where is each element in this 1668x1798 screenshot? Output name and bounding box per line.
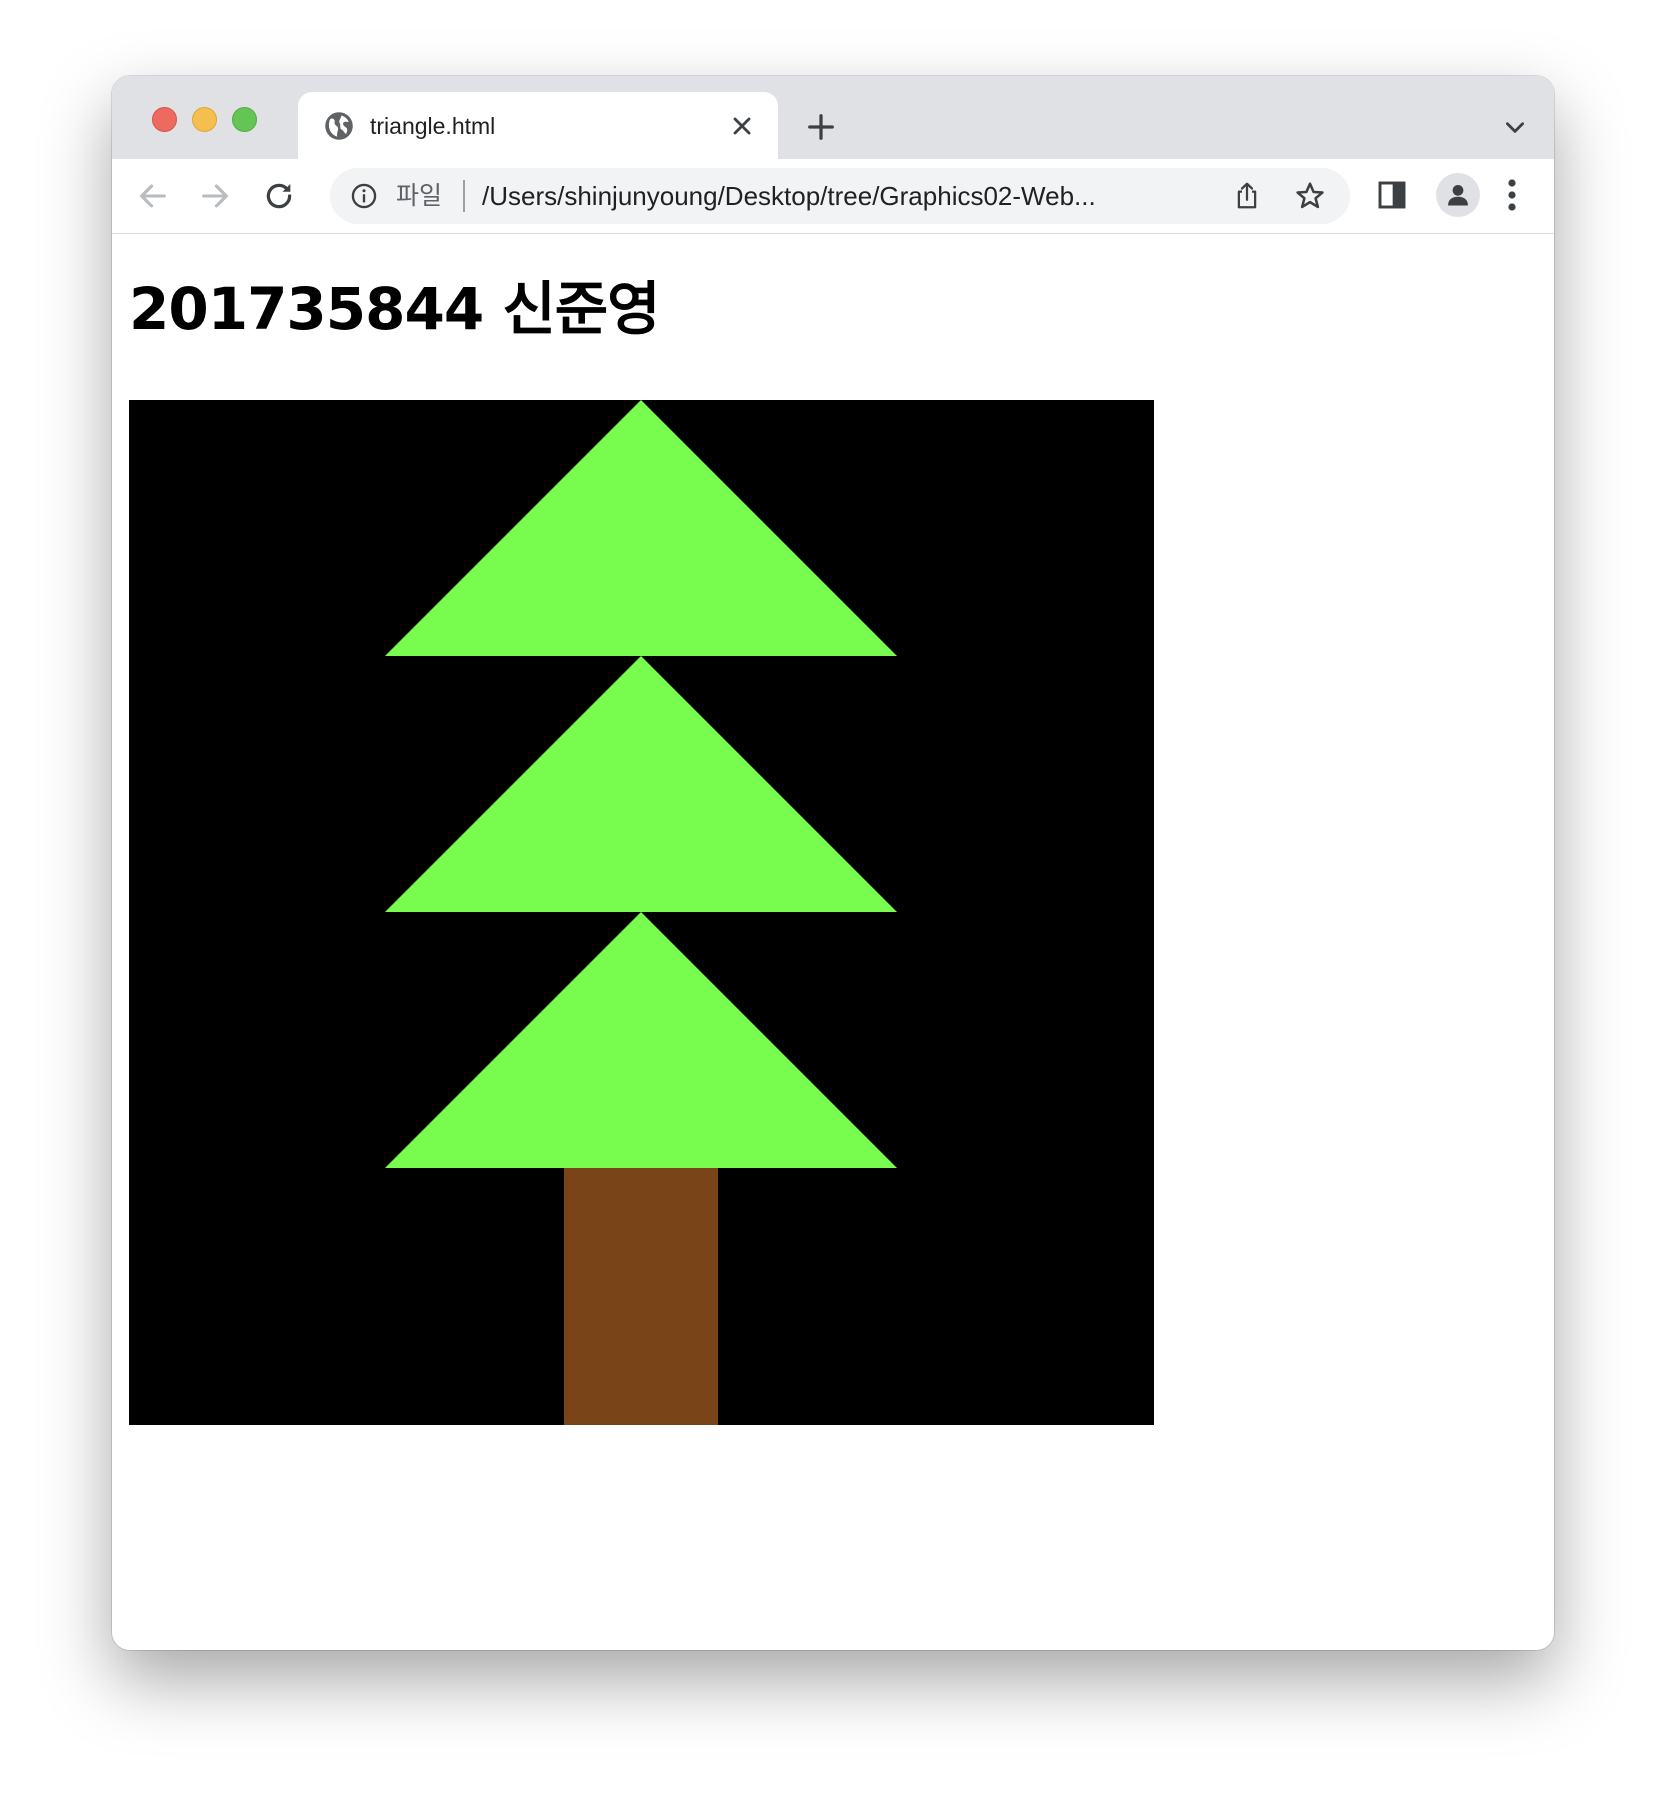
kebab-menu-icon[interactable] [1504,177,1520,213]
close-icon[interactable] [728,112,756,140]
forward-arrow-icon[interactable] [198,179,232,213]
tab-title: triangle.html [370,113,496,139]
globe-icon [325,112,353,140]
toolbar: 파일 /Users/shinjunyoung/Desktop/tree/Grap… [112,159,1554,234]
reload-icon[interactable] [262,179,296,213]
page-title: 201735844 신준영 [129,275,660,343]
back-arrow-icon[interactable] [136,179,170,213]
person-icon [1448,184,1468,206]
tab-strip: triangle.html [112,76,1554,159]
address-bar[interactable]: 파일 /Users/shinjunyoung/Desktop/tree/Grap… [330,168,1350,224]
close-window-button[interactable] [152,107,177,132]
minimize-window-button[interactable] [192,107,217,132]
tree-trunk [564,1168,718,1425]
scheme-label: 파일 [396,182,443,210]
star-icon[interactable] [1294,180,1326,212]
page-content: 201735844 신준영 [112,234,1554,1650]
browser-window: triangle.html 파일 /Users/shinjunyoung/Des… [112,76,1554,1650]
profile-button[interactable] [1436,173,1480,217]
zoom-window-button[interactable] [232,107,257,132]
share-icon[interactable] [1232,180,1262,212]
url-text[interactable]: /Users/shinjunyoung/Desktop/tree/Graphic… [482,181,1096,211]
side-panel-icon[interactable] [1376,179,1408,211]
webgl-canvas [129,400,1154,1425]
tab-active[interactable]: triangle.html [298,92,778,159]
omnibox-separator [463,180,465,212]
info-icon[interactable] [350,182,378,210]
chevron-down-icon[interactable] [1502,114,1528,140]
plus-icon[interactable] [806,112,836,142]
